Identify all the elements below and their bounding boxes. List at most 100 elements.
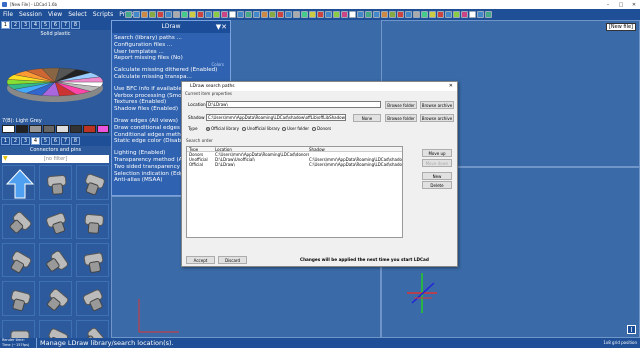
toolbar-button-icon[interactable]	[445, 11, 452, 18]
table-row[interactable]: Official D:\LDraw\ C:\Users\mmr\AppData\…	[187, 162, 402, 167]
color-swatch[interactable]	[42, 125, 55, 133]
close-icon[interactable]: ✕	[628, 0, 640, 9]
toolbar-button-icon[interactable]	[245, 11, 252, 18]
parts-tab-6[interactable]: 6	[51, 137, 60, 145]
color-tab-2[interactable]: 2	[11, 21, 20, 29]
toolbar-button-icon[interactable]	[477, 11, 484, 18]
maximize-icon[interactable]: □	[615, 0, 627, 9]
part-tile[interactable]	[76, 203, 109, 239]
toolbar-button-icon[interactable]	[325, 11, 332, 18]
part-tile[interactable]	[2, 165, 35, 200]
part-tile[interactable]	[2, 203, 35, 239]
col-shadow[interactable]: Shadow	[309, 147, 402, 151]
part-tile[interactable]	[2, 242, 35, 278]
browse-folder-shadow-button[interactable]: Browse folder	[385, 114, 417, 122]
part-tile[interactable]	[39, 165, 72, 200]
browse-archive-button[interactable]: Browse archive	[420, 101, 454, 109]
toolbar-button-icon[interactable]	[165, 11, 172, 18]
move-up-button[interactable]: Move up	[422, 149, 452, 157]
toolbar-button-icon[interactable]	[429, 11, 436, 18]
filter-icon[interactable]: ▼	[3, 155, 8, 163]
menu-select[interactable]: Select	[65, 9, 90, 20]
toolbar-button-icon[interactable]	[237, 11, 244, 18]
color-swatch[interactable]	[83, 125, 96, 133]
toolbar-button-icon[interactable]	[221, 11, 228, 18]
part-tile[interactable]	[39, 281, 72, 317]
new-button[interactable]: New	[422, 172, 452, 180]
browse-archive-shadow-button[interactable]: Browse archive	[420, 114, 454, 122]
toolbar-button-icon[interactable]	[149, 11, 156, 18]
toolbar-button-icon[interactable]	[357, 11, 364, 18]
parts-tab-4[interactable]: 4	[31, 137, 40, 145]
toolbar-button-icon[interactable]	[181, 11, 188, 18]
toolbar-button-icon[interactable]	[381, 11, 388, 18]
toolbar-button-icon[interactable]	[269, 11, 276, 18]
toolbar-button-icon[interactable]	[173, 11, 180, 18]
toolbar-button-icon[interactable]	[405, 11, 412, 18]
part-tile[interactable]	[76, 242, 109, 278]
toolbar-button-icon[interactable]	[421, 11, 428, 18]
pin-close-icon[interactable]: ▼✕	[216, 21, 227, 33]
toolbar-button-icon[interactable]	[469, 11, 476, 18]
toolbar-button-icon[interactable]	[437, 11, 444, 18]
move-down-button[interactable]: Move down	[422, 159, 452, 167]
browse-folder-button[interactable]: Browse folder	[385, 101, 417, 109]
toolbar-button-icon[interactable]	[205, 11, 212, 18]
part-tile[interactable]	[39, 242, 72, 278]
part-tile[interactable]	[39, 203, 72, 239]
toolbar-button-icon[interactable]	[229, 11, 236, 18]
ldraw-menu-item[interactable]: Calculate missing dithered (Enabled)	[114, 67, 228, 74]
toolbar-button-icon[interactable]	[413, 11, 420, 18]
parts-tab-2[interactable]: 2	[11, 137, 20, 145]
color-swatch[interactable]	[56, 125, 69, 133]
toolbar-button-icon[interactable]	[373, 11, 380, 18]
shadow-field[interactable]: C:\Users\mmr\AppData\Roaming\LDCad\shado…	[206, 114, 346, 121]
color-swatch[interactable]	[15, 125, 28, 133]
ldraw-menu-item[interactable]: Configuration files ...	[114, 42, 228, 49]
ldraw-menu-item[interactable]: Report missing files (No)	[114, 55, 228, 62]
toolbar-button-icon[interactable]	[213, 11, 220, 18]
color-swatch[interactable]	[29, 125, 42, 133]
toolbar-button-icon[interactable]	[453, 11, 460, 18]
toolbar-button-icon[interactable]	[317, 11, 324, 18]
parts-tab-8[interactable]: 8	[71, 137, 80, 145]
toolbar-button-icon[interactable]	[341, 11, 348, 18]
toolbar-button-icon[interactable]	[397, 11, 404, 18]
parts-filter-input[interactable]: ▼ [no filter]	[2, 155, 109, 163]
toolbar-button-icon[interactable]	[197, 11, 204, 18]
location-field[interactable]: D:\LDraw\	[206, 101, 381, 108]
radio-official[interactable]: Official library	[206, 126, 239, 131]
toolbar-button-icon[interactable]	[125, 11, 132, 18]
color-wheel[interactable]	[2, 38, 109, 118]
parts-tab-7[interactable]: 7	[61, 137, 70, 145]
dialog-close-icon[interactable]: ✕	[449, 82, 453, 91]
delete-button[interactable]: Delete	[422, 181, 452, 189]
toolbar-button-icon[interactable]	[293, 11, 300, 18]
toolbar-button-icon[interactable]	[333, 11, 340, 18]
toolbar-button-icon[interactable]	[261, 11, 268, 18]
color-tab-8[interactable]: 8	[71, 21, 80, 29]
color-tab-5[interactable]: 5	[41, 21, 50, 29]
radio-user-folder[interactable]: User folder	[282, 126, 309, 131]
radio-donors[interactable]: Donors	[312, 126, 331, 131]
parts-tab-5[interactable]: 5	[41, 137, 50, 145]
toolbar-button-icon[interactable]	[365, 11, 372, 18]
part-tile[interactable]	[2, 281, 35, 317]
toolbar-button-icon[interactable]	[189, 11, 196, 18]
toolbar-button-icon[interactable]	[461, 11, 468, 18]
ldraw-menu-item[interactable]: User templates ...	[114, 49, 228, 56]
toolbar-button-icon[interactable]	[349, 11, 356, 18]
discard-button[interactable]: Discard	[218, 256, 247, 264]
ldraw-menu-item[interactable]: Search (library) paths ...	[114, 35, 228, 42]
radio-unofficial[interactable]: Unofficial library	[242, 126, 280, 131]
menu-session[interactable]: Session	[16, 9, 45, 20]
color-tab-1[interactable]: 1	[1, 21, 10, 29]
menu-view[interactable]: View	[45, 9, 65, 20]
color-tab-6[interactable]: 6	[51, 21, 60, 29]
info-icon[interactable]: I	[627, 325, 636, 334]
toolbar-button-icon[interactable]	[133, 11, 140, 18]
color-tab-3[interactable]: 3	[21, 21, 30, 29]
part-tile[interactable]	[76, 165, 109, 200]
ldraw-menu-item[interactable]: Calculate missing transpa...	[114, 74, 228, 81]
accept-button[interactable]: Accept	[186, 256, 215, 264]
